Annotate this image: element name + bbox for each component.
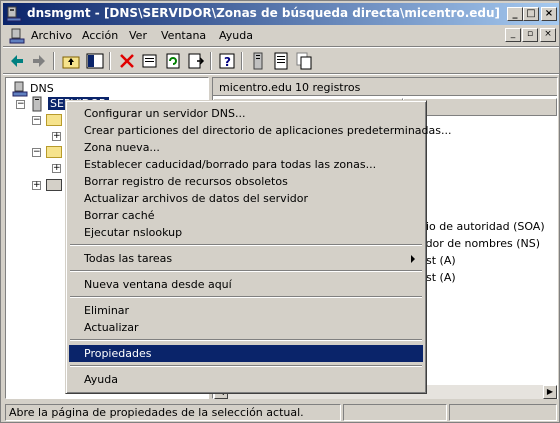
copy-documents-icon[interactable] <box>294 51 314 71</box>
tree-collapse-toggle[interactable]: − <box>32 116 41 125</box>
menu-item-ejecutar-nslookup[interactable]: Ejecutar nslookup <box>69 224 423 241</box>
menu-ventana[interactable]: Ventana <box>161 29 206 42</box>
menu-bar: Archivo Acción Ver Ventana Ayuda _ ▫ × <box>3 26 559 46</box>
list-item[interactable]: st (A) <box>426 254 456 267</box>
child-restore-button[interactable]: ▫ <box>522 28 538 42</box>
export-list-icon[interactable] <box>186 51 206 71</box>
menu-archivo[interactable]: Archivo <box>31 29 72 42</box>
mmc-window: dnsmgmt - [DNS\SERVIDOR\Zonas de búsqued… <box>0 0 560 423</box>
minimize-button[interactable]: _ <box>507 7 523 21</box>
tree-collapse-toggle[interactable]: − <box>16 100 25 109</box>
menu-item-establecer-caducidad[interactable]: Establecer caducidad/borrado para todas … <box>69 156 423 173</box>
list-item[interactable]: vidor de nombres (NS) <box>416 237 540 250</box>
toolbar: ? <box>3 49 559 73</box>
menu-item-zona-nueva[interactable]: Zona nueva... <box>69 139 423 156</box>
maximize-button[interactable]: □ <box>523 7 539 21</box>
menu-separator <box>70 296 422 298</box>
dns-console-icon <box>6 6 22 22</box>
server-icon[interactable] <box>248 51 268 71</box>
menu-item-todas-las-tareas[interactable]: Todas las tareas <box>69 250 423 267</box>
up-folder-icon[interactable] <box>61 51 81 71</box>
tree-node-dns[interactable]: DNS <box>30 82 54 95</box>
menu-item-actualizar[interactable]: Actualizar <box>69 319 423 336</box>
menu-separator <box>70 270 422 272</box>
toolbar-separator <box>241 52 243 70</box>
menu-item-ayuda[interactable]: Ayuda <box>69 371 423 388</box>
submenu-arrow-icon <box>411 255 415 263</box>
status-bar: Abre la página de propiedades de la sele… <box>3 403 559 422</box>
menu-separator <box>70 339 422 341</box>
tree-expand-toggle[interactable]: + <box>52 132 61 141</box>
tree-expand-toggle[interactable]: + <box>32 181 41 190</box>
toolbar-divider <box>3 73 559 75</box>
server-node-icon <box>32 96 42 112</box>
dns-root-icon <box>12 81 28 97</box>
dns-system-menu-icon[interactable] <box>9 28 25 44</box>
menu-divider <box>3 46 559 48</box>
context-menu: Configurar un servidor DNS... Crear part… <box>65 100 451 394</box>
menu-item-actualizar-archivos[interactable]: Actualizar archivos de datos del servido… <box>69 190 423 207</box>
menu-item-eliminar[interactable]: Eliminar <box>69 302 423 319</box>
toolbar-separator <box>210 52 212 70</box>
help-icon[interactable]: ? <box>217 51 237 71</box>
record-count-label: 10 registros <box>295 81 361 94</box>
menu-item-configurar-servidor[interactable]: Configurar un servidor DNS... <box>69 105 423 122</box>
child-minimize-button[interactable]: _ <box>505 28 521 42</box>
menu-ver[interactable]: Ver <box>129 29 147 42</box>
details-header: micentro.edu 10 registros <box>213 78 557 96</box>
event-viewer-icon <box>46 179 62 191</box>
document-list-icon[interactable] <box>271 51 291 71</box>
tree-expand-toggle[interactable]: + <box>52 164 61 173</box>
status-text: Abre la página de propiedades de la sele… <box>5 404 341 421</box>
scroll-right-button[interactable]: ▶ <box>543 385 557 399</box>
title-bar[interactable]: dnsmgmt - [DNS\SERVIDOR\Zonas de búsqued… <box>3 3 559 25</box>
menu-item-nueva-ventana[interactable]: Nueva ventana desde aquí <box>69 276 423 293</box>
child-close-button[interactable]: × <box>540 28 556 42</box>
delete-x-icon[interactable] <box>117 51 137 71</box>
list-item[interactable]: st (A) <box>426 271 456 284</box>
svg-text:?: ? <box>224 55 231 69</box>
menu-item-borrar-registro[interactable]: Borrar registro de recursos obsoletos <box>69 173 423 190</box>
zone-name-label: micentro.edu <box>219 81 292 94</box>
toolbar-separator <box>53 52 55 70</box>
refresh-icon[interactable] <box>163 51 183 71</box>
list-item[interactable]: io de autoridad (SOA) <box>426 220 545 233</box>
folder-icon <box>46 146 62 158</box>
menu-item-todas-las-tareas-label: Todas las tareas <box>84 252 173 265</box>
status-cell <box>449 404 557 421</box>
close-button[interactable]: × <box>541 7 557 21</box>
menu-ayuda[interactable]: Ayuda <box>219 29 253 42</box>
properties-icon[interactable] <box>140 51 160 71</box>
toolbar-separator <box>109 52 111 70</box>
tree-collapse-toggle[interactable]: − <box>32 148 41 157</box>
folder-icon <box>46 114 62 126</box>
status-cell <box>343 404 447 421</box>
menu-item-crear-particiones[interactable]: Crear particiones del directorio de apli… <box>69 122 451 139</box>
show-hide-tree-icon[interactable] <box>85 51 105 71</box>
menu-separator <box>70 365 422 367</box>
menu-separator <box>70 244 422 246</box>
forward-arrow-icon[interactable] <box>29 51 49 71</box>
menu-item-borrar-cache[interactable]: Borrar caché <box>69 207 423 224</box>
back-arrow-icon[interactable] <box>7 51 27 71</box>
menu-item-propiedades[interactable]: Propiedades <box>69 345 423 362</box>
menu-accion[interactable]: Acción <box>82 29 118 42</box>
window-title: dnsmgmt - [DNS\SERVIDOR\Zonas de búsqued… <box>27 6 501 20</box>
